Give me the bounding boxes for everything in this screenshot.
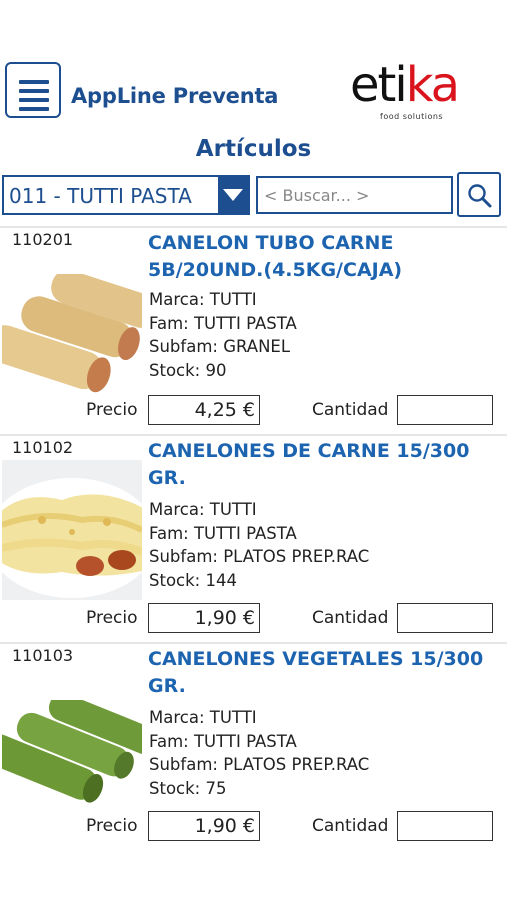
quantity-input[interactable]	[397, 811, 493, 841]
search-input[interactable]	[256, 176, 453, 214]
product-family: Fam: TUTTI PASTA	[149, 313, 297, 333]
product-subfamily: Subfam: PLATOS PREP.RAC	[149, 547, 370, 566]
etika-logo: etika food solutions	[350, 57, 475, 124]
price-label: Precio	[86, 608, 138, 628]
logo-tagline: food solutions	[380, 112, 444, 121]
product-item[interactable]: 110102 CANELONES DE CARNE 15/300 GR. Mar…	[0, 434, 507, 642]
family-select[interactable]: 011 - TUTTI PASTA	[2, 175, 250, 215]
hamburger-icon	[19, 80, 49, 116]
menu-button[interactable]	[5, 62, 61, 118]
quantity-input[interactable]	[397, 395, 493, 425]
product-name[interactable]: CANELON TUBO CARNE 5B/20UND.(4.5KG/CAJA)	[148, 230, 498, 284]
price-value: 4,25 €	[148, 395, 260, 425]
chevron-down-icon	[223, 189, 243, 201]
product-code: 110103	[12, 646, 74, 665]
quantity-input[interactable]	[397, 603, 493, 633]
product-code: 110201	[12, 230, 74, 249]
price-label: Precio	[86, 400, 138, 420]
product-stock: Stock: 90	[149, 360, 227, 380]
price-value: 1,90 €	[148, 603, 260, 633]
family-select-value: 011 - TUTTI PASTA	[9, 184, 192, 208]
logo-text-dark: eti	[350, 57, 408, 113]
product-code: 110102	[12, 438, 74, 457]
product-image	[2, 460, 142, 600]
product-subfamily: Subfam: PLATOS PREP.RAC	[149, 755, 370, 774]
page-title: Artículos	[195, 136, 312, 162]
product-subfamily: Subfam: GRANEL	[149, 337, 291, 356]
product-stock: Stock: 144	[149, 570, 237, 590]
app-title: AppLine Preventa	[71, 84, 279, 108]
divider	[0, 226, 507, 228]
dropdown-toggle[interactable]	[218, 177, 248, 213]
logo-text-red: ka	[405, 57, 460, 113]
product-item[interactable]: 110201 CANELON TUBO CARNE 5B/20UND.(4.5K…	[0, 226, 507, 434]
product-brand: Marca: TUTTI	[149, 500, 257, 519]
divider	[0, 434, 507, 436]
product-name[interactable]: CANELONES VEGETALES 15/300 GR.	[148, 646, 498, 700]
product-family: Fam: TUTTI PASTA	[149, 731, 297, 751]
product-item[interactable]: 110103 CANELONES VEGETALES 15/300 GR. Ma…	[0, 642, 507, 850]
quantity-label: Cantidad	[312, 816, 389, 836]
search-button[interactable]	[457, 172, 501, 217]
quantity-label: Cantidad	[312, 608, 389, 628]
price-label: Precio	[86, 816, 138, 836]
quantity-label: Cantidad	[312, 400, 389, 420]
product-brand: Marca: TUTTI	[149, 708, 257, 727]
product-brand: Marca: TUTTI	[149, 290, 257, 309]
search-icon	[468, 184, 492, 208]
product-stock: Stock: 75	[149, 778, 227, 798]
product-name[interactable]: CANELONES DE CARNE 15/300 GR.	[148, 438, 498, 492]
product-image	[2, 274, 142, 414]
price-value: 1,90 €	[148, 811, 260, 841]
divider	[0, 642, 507, 644]
product-family: Fam: TUTTI PASTA	[149, 523, 297, 543]
